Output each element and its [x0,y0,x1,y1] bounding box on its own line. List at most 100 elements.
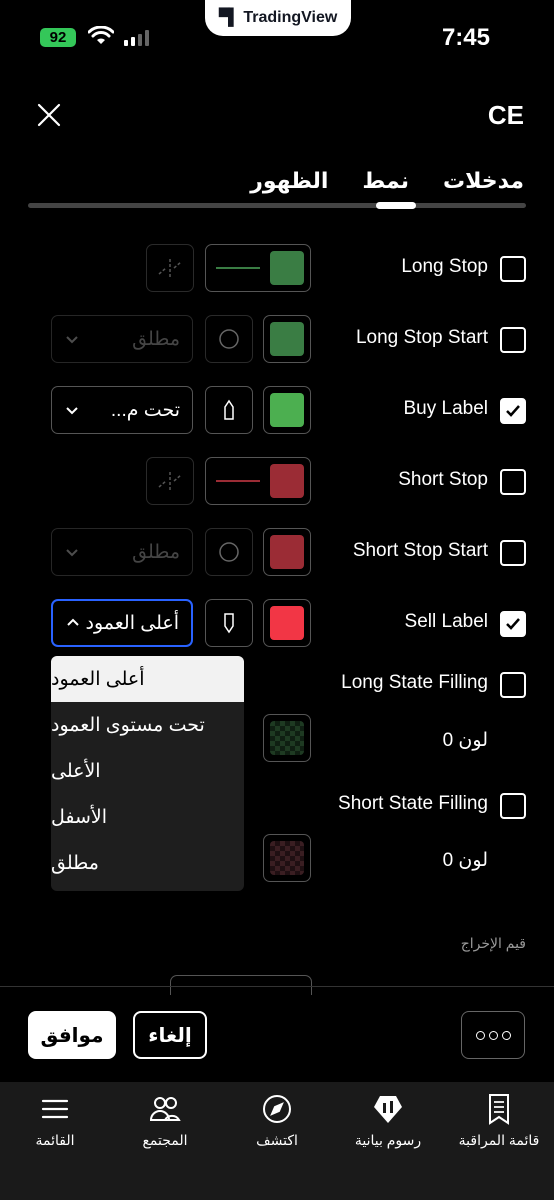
long-stop-start-color[interactable] [263,315,311,363]
check-icon [506,405,520,417]
row-label-short-stop-start: Short Stop Start [352,540,488,561]
location-dropdown-menu: أعلى العمود تحت مستوى العمود الأعلى الأس… [51,656,244,891]
row-label-long-fill-color: لون 0 [442,730,488,751]
row-label-long-stop-start: Long Stop Start [355,327,488,348]
tabbar-charts[interactable]: رسوم بيانية [333,1092,443,1149]
clock: 7:45 [441,24,490,51]
color-swatch [270,606,304,640]
output-values-select[interactable] [170,975,312,995]
buy-label-location-select[interactable]: تحت م... [51,386,193,434]
checkbox-buy-label[interactable] [500,398,526,424]
compass-icon [263,1095,291,1123]
line-break-icon [158,259,182,277]
close-icon[interactable] [34,100,64,130]
checkbox-long-state-filling[interactable] [500,672,526,698]
checkbox-sell-label[interactable] [500,611,526,637]
ok-button[interactable]: موافق [28,1011,116,1059]
chevron-down-icon [66,407,78,415]
row-label-short-state-filling: Short State Filling [338,793,488,814]
long-stop-start-location-select[interactable]: مطلق [51,315,193,363]
dot-icon [501,1030,511,1040]
watchlist-icon [489,1094,509,1125]
color-swatch [270,322,304,356]
checkbox-short-stop-start[interactable] [500,540,526,566]
footer-divider [0,986,554,987]
tradingview-logo-icon: ▀▌ [218,9,240,26]
chevron-up-icon [67,618,79,626]
row-label-short-fill-color: لون 0 [442,850,488,871]
output-values-label: قيم الإخراج [460,935,526,951]
chevron-down-icon [66,336,78,344]
dot-icon [475,1030,485,1040]
more-options-button[interactable] [461,1011,525,1059]
tabbar-explore[interactable]: اكتشف [222,1092,332,1149]
line-sample [216,480,260,482]
chevron-down-icon [66,549,78,557]
battery-icon: 92 [40,28,76,47]
battery-level: 92 [49,29,67,46]
color-swatch [270,393,304,427]
color-swatch [270,841,304,875]
tabbar-watchlist[interactable]: قائمة المراقبة [444,1092,554,1149]
checkbox-short-state-filling[interactable] [500,793,526,819]
row-label-long-state-filling: Long State Filling [341,672,488,693]
short-stop-plot-type[interactable] [146,457,194,505]
app-pill[interactable]: ▀▌ TradingView [205,0,351,36]
buy-label-color[interactable] [263,386,311,434]
label-up-icon [224,399,234,420]
checkbox-short-stop[interactable] [500,469,526,495]
circle-icon [219,329,239,349]
dialog-title: CE [487,100,524,130]
cellular-signal-icon [124,30,149,46]
circle-icon [219,542,239,562]
checkbox-long-stop[interactable] [500,256,526,282]
short-stop-start-location-select[interactable]: مطلق [51,528,193,576]
menu-item-absolute[interactable]: مطلق [51,840,244,886]
tab-track [28,203,526,208]
row-label-long-stop: Long Stop [401,256,488,277]
tab-visibility[interactable]: الظهور [250,168,328,194]
menu-item-below-bar[interactable]: تحت مستوى العمود [51,702,244,748]
status-bar: 92 ▀▌ TradingView 7:45 [0,0,554,70]
menu-item-bottom[interactable]: الأسفل [51,794,244,840]
wifi-icon [88,26,114,44]
menu-icon [41,1099,69,1119]
color-swatch [270,535,304,569]
short-fill-color[interactable] [263,834,311,882]
sell-label-shape[interactable] [205,599,253,647]
long-fill-color[interactable] [263,714,311,762]
color-swatch [270,464,304,498]
sell-label-color[interactable] [263,599,311,647]
short-stop-line-style[interactable] [205,457,311,505]
line-sample [216,267,260,269]
check-icon [506,618,520,630]
dot-icon [488,1030,498,1040]
row-label-short-stop: Short Stop [398,469,488,490]
label-down-icon [224,613,234,634]
color-swatch [270,721,304,755]
cancel-button[interactable]: إلغاء [133,1011,207,1059]
tab-inputs[interactable]: مدخلات [443,168,524,194]
long-stop-start-shape[interactable] [205,315,253,363]
sell-label-location-select[interactable]: أعلى العمود [51,599,193,647]
long-stop-plot-type[interactable] [146,244,194,292]
buy-label-shape[interactable] [205,386,253,434]
tab-indicator [376,202,416,209]
tab-style[interactable]: نمط [362,168,409,194]
line-break-icon [158,472,182,490]
row-label-buy-label: Buy Label [403,398,488,419]
community-icon [149,1097,181,1121]
tabbar-menu[interactable]: القائمة [0,1092,110,1149]
checkbox-long-stop-start[interactable] [500,327,526,353]
short-stop-start-color[interactable] [263,528,311,576]
menu-item-top[interactable]: الأعلى [51,748,244,794]
short-stop-start-shape[interactable] [205,528,253,576]
long-stop-line-style[interactable] [205,244,311,292]
chart-icon [374,1096,402,1123]
app-pill-label: TradingView [243,9,338,26]
row-label-sell-label: Sell Label [404,611,488,632]
menu-item-above-bar[interactable]: أعلى العمود [51,656,244,702]
tabbar-community[interactable]: المجتمع [110,1092,220,1149]
color-swatch [270,251,304,285]
tab-bar: مدخلات نمط الظهور [250,168,524,194]
